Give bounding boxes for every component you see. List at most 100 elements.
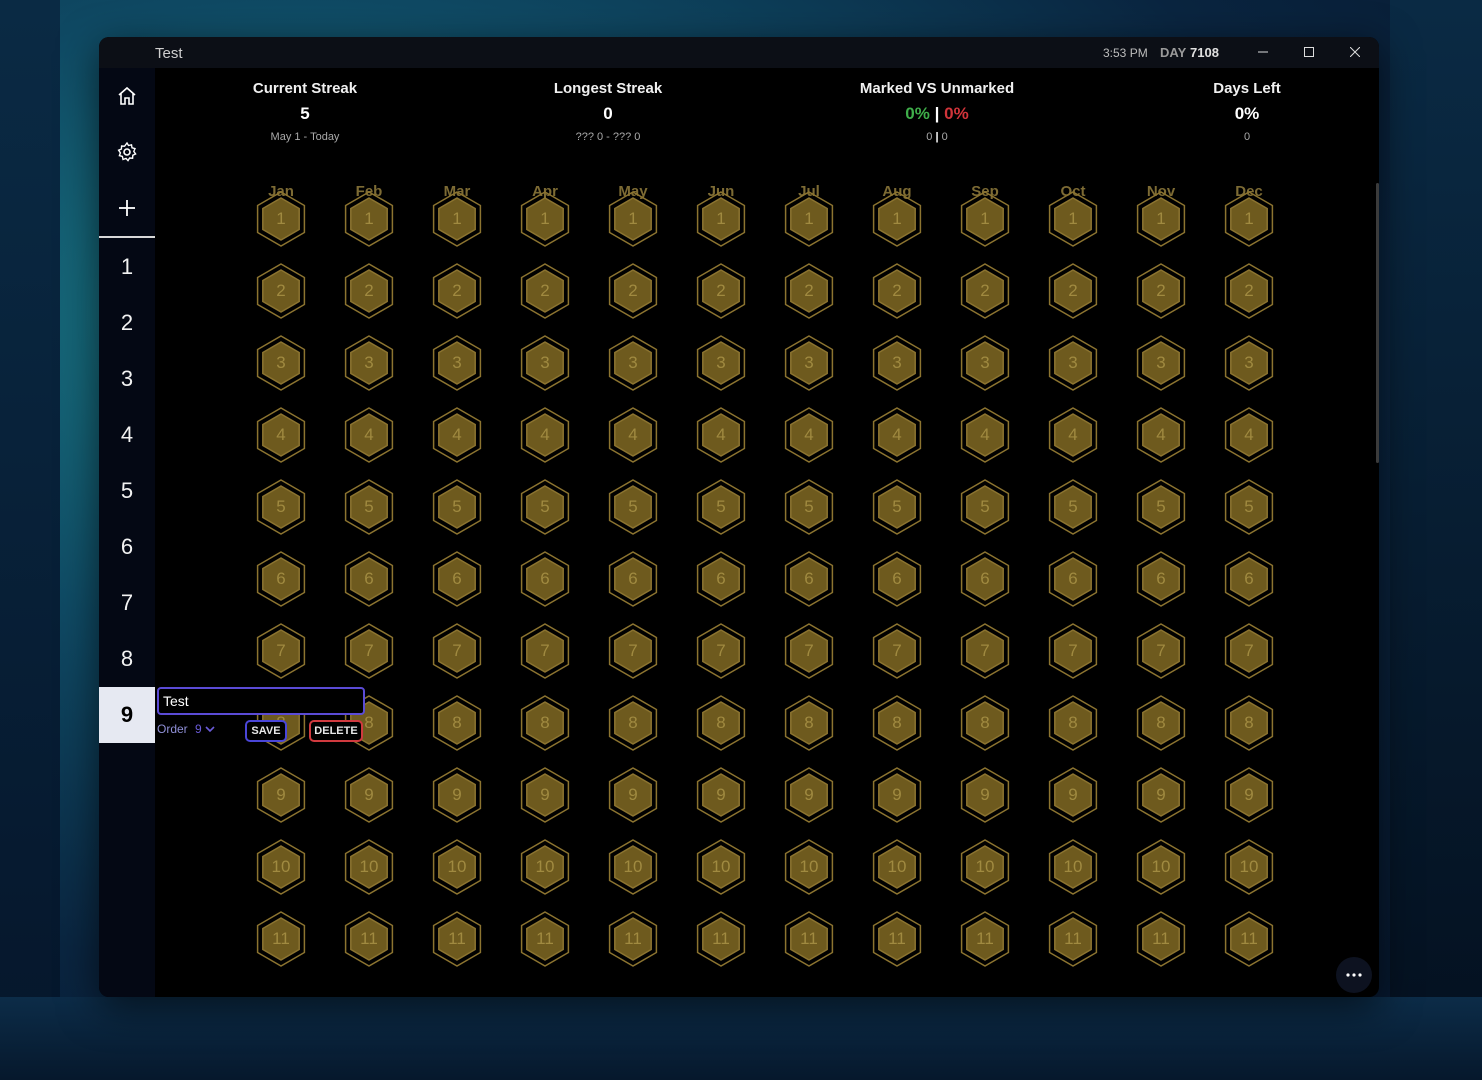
sidebar-item-4[interactable]: 4 (99, 407, 155, 463)
day-cell[interactable]: 6 (429, 551, 485, 607)
day-cell[interactable]: 11 (693, 911, 749, 967)
day-cell[interactable]: 4 (517, 407, 573, 463)
day-cell[interactable]: 10 (341, 839, 397, 895)
day-cell[interactable]: 7 (957, 623, 1013, 679)
day-cell[interactable]: 2 (1221, 263, 1277, 319)
day-cell[interactable]: 5 (341, 479, 397, 535)
day-cell[interactable]: 2 (605, 263, 661, 319)
close-button[interactable] (1332, 37, 1378, 68)
day-cell[interactable]: 4 (605, 407, 661, 463)
day-cell[interactable]: 8 (869, 695, 925, 751)
day-cell[interactable]: 8 (693, 695, 749, 751)
day-cell[interactable]: 10 (253, 839, 309, 895)
day-cell[interactable]: 11 (517, 911, 573, 967)
day-cell[interactable]: 9 (869, 767, 925, 823)
day-cell[interactable]: 10 (1045, 839, 1101, 895)
day-cell[interactable]: 7 (517, 623, 573, 679)
day-cell[interactable]: 7 (1221, 623, 1277, 679)
sidebar-item-7[interactable]: 7 (99, 575, 155, 631)
habit-name-input[interactable] (157, 687, 365, 715)
day-cell[interactable]: 2 (341, 263, 397, 319)
sidebar-item-6[interactable]: 6 (99, 519, 155, 575)
day-cell[interactable]: 3 (253, 335, 309, 391)
day-cell[interactable]: 5 (869, 479, 925, 535)
day-cell[interactable]: 2 (517, 263, 573, 319)
day-cell[interactable]: 3 (1133, 335, 1189, 391)
day-cell[interactable]: 5 (781, 479, 837, 535)
day-cell[interactable]: 3 (957, 335, 1013, 391)
day-cell[interactable]: 11 (1133, 911, 1189, 967)
day-cell[interactable]: 3 (517, 335, 573, 391)
day-cell[interactable]: 5 (693, 479, 749, 535)
sidebar-item-3[interactable]: 3 (99, 351, 155, 407)
day-cell[interactable]: 10 (429, 839, 485, 895)
day-cell[interactable]: 3 (781, 335, 837, 391)
day-cell[interactable]: 8 (957, 695, 1013, 751)
day-cell[interactable]: 5 (1221, 479, 1277, 535)
day-cell[interactable]: 2 (693, 263, 749, 319)
more-button[interactable] (1336, 957, 1372, 993)
delete-button[interactable]: DELETE (309, 720, 363, 742)
day-cell[interactable]: 5 (605, 479, 661, 535)
day-cell[interactable]: 7 (605, 623, 661, 679)
day-cell[interactable]: 7 (341, 623, 397, 679)
day-cell[interactable]: 6 (341, 551, 397, 607)
day-cell[interactable]: 6 (693, 551, 749, 607)
day-cell[interactable]: 1 (1045, 191, 1101, 247)
day-cell[interactable]: 8 (1045, 695, 1101, 751)
day-cell[interactable]: 3 (429, 335, 485, 391)
add-button[interactable] (99, 186, 155, 230)
day-cell[interactable]: 8 (429, 695, 485, 751)
day-cell[interactable]: 3 (605, 335, 661, 391)
sidebar-item-2[interactable]: 2 (99, 295, 155, 351)
day-cell[interactable]: 6 (605, 551, 661, 607)
day-cell[interactable]: 3 (869, 335, 925, 391)
home-button[interactable] (99, 74, 155, 118)
day-cell[interactable]: 6 (957, 551, 1013, 607)
day-cell[interactable]: 3 (1045, 335, 1101, 391)
day-cell[interactable]: 10 (693, 839, 749, 895)
day-cell[interactable]: 11 (605, 911, 661, 967)
day-cell[interactable]: 4 (869, 407, 925, 463)
day-cell[interactable]: 1 (605, 191, 661, 247)
day-cell[interactable]: 4 (1133, 407, 1189, 463)
day-cell[interactable]: 10 (605, 839, 661, 895)
day-cell[interactable]: 9 (341, 767, 397, 823)
day-cell[interactable]: 5 (253, 479, 309, 535)
day-cell[interactable]: 11 (1045, 911, 1101, 967)
day-cell[interactable]: 6 (1045, 551, 1101, 607)
day-cell[interactable]: 7 (693, 623, 749, 679)
day-cell[interactable]: 2 (1133, 263, 1189, 319)
save-button[interactable]: SAVE (245, 720, 287, 742)
day-cell[interactable]: 5 (957, 479, 1013, 535)
day-cell[interactable]: 8 (781, 695, 837, 751)
sidebar-item-1[interactable]: 1 (99, 239, 155, 295)
day-cell[interactable]: 10 (869, 839, 925, 895)
day-cell[interactable]: 1 (517, 191, 573, 247)
day-cell[interactable]: 11 (1221, 911, 1277, 967)
day-cell[interactable]: 7 (253, 623, 309, 679)
day-cell[interactable]: 6 (1133, 551, 1189, 607)
day-cell[interactable]: 8 (517, 695, 573, 751)
day-cell[interactable]: 9 (781, 767, 837, 823)
day-cell[interactable]: 9 (957, 767, 1013, 823)
scrollbar[interactable] (1376, 183, 1379, 463)
maximize-button[interactable] (1286, 37, 1332, 68)
day-cell[interactable]: 7 (781, 623, 837, 679)
settings-button[interactable] (99, 130, 155, 174)
day-cell[interactable]: 11 (429, 911, 485, 967)
day-cell[interactable]: 2 (869, 263, 925, 319)
day-cell[interactable]: 1 (1221, 191, 1277, 247)
day-cell[interactable]: 7 (1045, 623, 1101, 679)
day-cell[interactable]: 9 (1221, 767, 1277, 823)
day-cell[interactable]: 1 (429, 191, 485, 247)
day-cell[interactable]: 7 (869, 623, 925, 679)
day-cell[interactable]: 11 (781, 911, 837, 967)
day-cell[interactable]: 3 (341, 335, 397, 391)
day-cell[interactable]: 9 (517, 767, 573, 823)
day-cell[interactable]: 2 (957, 263, 1013, 319)
sidebar-item-5[interactable]: 5 (99, 463, 155, 519)
day-cell[interactable]: 6 (869, 551, 925, 607)
day-cell[interactable]: 6 (781, 551, 837, 607)
day-cell[interactable]: 9 (693, 767, 749, 823)
